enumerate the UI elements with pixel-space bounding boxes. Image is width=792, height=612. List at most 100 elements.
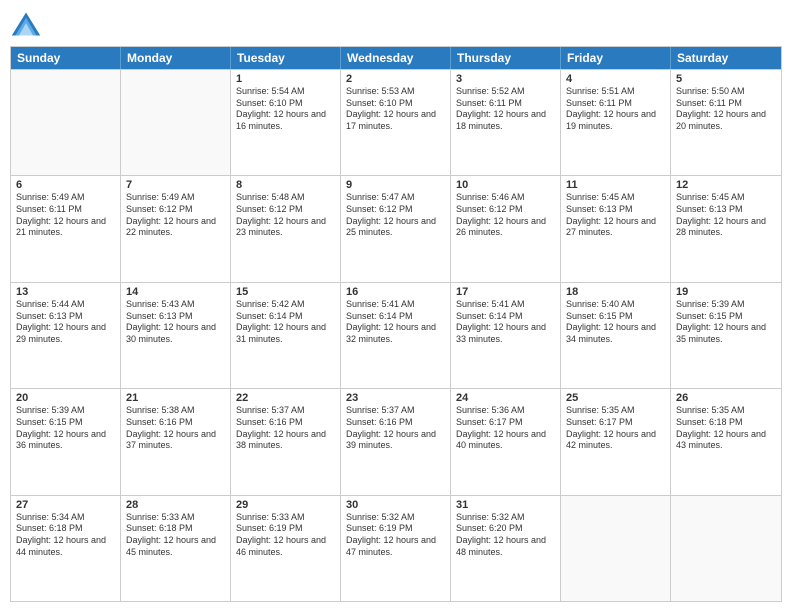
col-header-monday: Monday <box>121 47 231 69</box>
cal-cell: 11Sunrise: 5:45 AMSunset: 6:13 PMDayligh… <box>561 176 671 281</box>
day-number: 14 <box>126 286 225 298</box>
cal-cell: 2Sunrise: 5:53 AMSunset: 6:10 PMDaylight… <box>341 70 451 175</box>
day-info: Sunrise: 5:34 AMSunset: 6:18 PMDaylight:… <box>16 512 115 559</box>
day-number: 1 <box>236 73 335 85</box>
calendar-header-row: SundayMondayTuesdayWednesdayThursdayFrid… <box>11 47 781 69</box>
cal-cell: 14Sunrise: 5:43 AMSunset: 6:13 PMDayligh… <box>121 283 231 388</box>
day-number: 11 <box>566 179 665 191</box>
day-number: 2 <box>346 73 445 85</box>
day-number: 30 <box>346 499 445 511</box>
cal-cell: 8Sunrise: 5:48 AMSunset: 6:12 PMDaylight… <box>231 176 341 281</box>
day-number: 16 <box>346 286 445 298</box>
col-header-friday: Friday <box>561 47 671 69</box>
day-number: 8 <box>236 179 335 191</box>
day-info: Sunrise: 5:41 AMSunset: 6:14 PMDaylight:… <box>346 299 445 346</box>
day-number: 13 <box>16 286 115 298</box>
day-info: Sunrise: 5:52 AMSunset: 6:11 PMDaylight:… <box>456 86 555 133</box>
cal-cell: 17Sunrise: 5:41 AMSunset: 6:14 PMDayligh… <box>451 283 561 388</box>
day-info: Sunrise: 5:33 AMSunset: 6:18 PMDaylight:… <box>126 512 225 559</box>
cal-cell: 1Sunrise: 5:54 AMSunset: 6:10 PMDaylight… <box>231 70 341 175</box>
day-info: Sunrise: 5:42 AMSunset: 6:14 PMDaylight:… <box>236 299 335 346</box>
day-number: 19 <box>676 286 776 298</box>
day-info: Sunrise: 5:49 AMSunset: 6:12 PMDaylight:… <box>126 192 225 239</box>
day-number: 28 <box>126 499 225 511</box>
day-number: 24 <box>456 392 555 404</box>
day-number: 7 <box>126 179 225 191</box>
col-header-thursday: Thursday <box>451 47 561 69</box>
day-number: 26 <box>676 392 776 404</box>
cal-cell: 4Sunrise: 5:51 AMSunset: 6:11 PMDaylight… <box>561 70 671 175</box>
cal-cell: 23Sunrise: 5:37 AMSunset: 6:16 PMDayligh… <box>341 389 451 494</box>
day-number: 12 <box>676 179 776 191</box>
cal-cell: 18Sunrise: 5:40 AMSunset: 6:15 PMDayligh… <box>561 283 671 388</box>
calendar: SundayMondayTuesdayWednesdayThursdayFrid… <box>10 46 782 602</box>
cal-cell: 16Sunrise: 5:41 AMSunset: 6:14 PMDayligh… <box>341 283 451 388</box>
day-info: Sunrise: 5:39 AMSunset: 6:15 PMDaylight:… <box>16 405 115 452</box>
cal-cell: 24Sunrise: 5:36 AMSunset: 6:17 PMDayligh… <box>451 389 561 494</box>
day-number: 23 <box>346 392 445 404</box>
cal-cell: 7Sunrise: 5:49 AMSunset: 6:12 PMDaylight… <box>121 176 231 281</box>
cal-cell: 9Sunrise: 5:47 AMSunset: 6:12 PMDaylight… <box>341 176 451 281</box>
day-info: Sunrise: 5:41 AMSunset: 6:14 PMDaylight:… <box>456 299 555 346</box>
cal-cell: 31Sunrise: 5:32 AMSunset: 6:20 PMDayligh… <box>451 496 561 601</box>
day-info: Sunrise: 5:48 AMSunset: 6:12 PMDaylight:… <box>236 192 335 239</box>
col-header-sunday: Sunday <box>11 47 121 69</box>
week-row-2: 13Sunrise: 5:44 AMSunset: 6:13 PMDayligh… <box>11 282 781 388</box>
header <box>10 10 782 38</box>
cal-cell: 12Sunrise: 5:45 AMSunset: 6:13 PMDayligh… <box>671 176 781 281</box>
logo <box>10 10 46 38</box>
page: SundayMondayTuesdayWednesdayThursdayFrid… <box>0 0 792 612</box>
cal-cell <box>121 70 231 175</box>
week-row-0: 1Sunrise: 5:54 AMSunset: 6:10 PMDaylight… <box>11 69 781 175</box>
day-number: 3 <box>456 73 555 85</box>
calendar-body: 1Sunrise: 5:54 AMSunset: 6:10 PMDaylight… <box>11 69 781 601</box>
cal-cell: 3Sunrise: 5:52 AMSunset: 6:11 PMDaylight… <box>451 70 561 175</box>
day-info: Sunrise: 5:32 AMSunset: 6:20 PMDaylight:… <box>456 512 555 559</box>
cal-cell: 22Sunrise: 5:37 AMSunset: 6:16 PMDayligh… <box>231 389 341 494</box>
day-info: Sunrise: 5:45 AMSunset: 6:13 PMDaylight:… <box>676 192 776 239</box>
day-info: Sunrise: 5:39 AMSunset: 6:15 PMDaylight:… <box>676 299 776 346</box>
col-header-tuesday: Tuesday <box>231 47 341 69</box>
day-number: 6 <box>16 179 115 191</box>
cal-cell: 6Sunrise: 5:49 AMSunset: 6:11 PMDaylight… <box>11 176 121 281</box>
day-number: 18 <box>566 286 665 298</box>
cal-cell: 15Sunrise: 5:42 AMSunset: 6:14 PMDayligh… <box>231 283 341 388</box>
week-row-4: 27Sunrise: 5:34 AMSunset: 6:18 PMDayligh… <box>11 495 781 601</box>
day-number: 29 <box>236 499 335 511</box>
cal-cell: 13Sunrise: 5:44 AMSunset: 6:13 PMDayligh… <box>11 283 121 388</box>
cal-cell: 19Sunrise: 5:39 AMSunset: 6:15 PMDayligh… <box>671 283 781 388</box>
day-info: Sunrise: 5:33 AMSunset: 6:19 PMDaylight:… <box>236 512 335 559</box>
col-header-wednesday: Wednesday <box>341 47 451 69</box>
cal-cell: 21Sunrise: 5:38 AMSunset: 6:16 PMDayligh… <box>121 389 231 494</box>
week-row-1: 6Sunrise: 5:49 AMSunset: 6:11 PMDaylight… <box>11 175 781 281</box>
cal-cell: 20Sunrise: 5:39 AMSunset: 6:15 PMDayligh… <box>11 389 121 494</box>
day-number: 27 <box>16 499 115 511</box>
day-info: Sunrise: 5:36 AMSunset: 6:17 PMDaylight:… <box>456 405 555 452</box>
day-info: Sunrise: 5:53 AMSunset: 6:10 PMDaylight:… <box>346 86 445 133</box>
cal-cell: 29Sunrise: 5:33 AMSunset: 6:19 PMDayligh… <box>231 496 341 601</box>
cal-cell: 25Sunrise: 5:35 AMSunset: 6:17 PMDayligh… <box>561 389 671 494</box>
cal-cell: 26Sunrise: 5:35 AMSunset: 6:18 PMDayligh… <box>671 389 781 494</box>
cal-cell: 30Sunrise: 5:32 AMSunset: 6:19 PMDayligh… <box>341 496 451 601</box>
day-info: Sunrise: 5:44 AMSunset: 6:13 PMDaylight:… <box>16 299 115 346</box>
day-info: Sunrise: 5:32 AMSunset: 6:19 PMDaylight:… <box>346 512 445 559</box>
cal-cell: 27Sunrise: 5:34 AMSunset: 6:18 PMDayligh… <box>11 496 121 601</box>
day-number: 31 <box>456 499 555 511</box>
day-info: Sunrise: 5:47 AMSunset: 6:12 PMDaylight:… <box>346 192 445 239</box>
day-info: Sunrise: 5:40 AMSunset: 6:15 PMDaylight:… <box>566 299 665 346</box>
day-number: 20 <box>16 392 115 404</box>
day-info: Sunrise: 5:46 AMSunset: 6:12 PMDaylight:… <box>456 192 555 239</box>
cal-cell <box>11 70 121 175</box>
day-number: 4 <box>566 73 665 85</box>
cal-cell <box>561 496 671 601</box>
day-number: 10 <box>456 179 555 191</box>
week-row-3: 20Sunrise: 5:39 AMSunset: 6:15 PMDayligh… <box>11 388 781 494</box>
day-number: 17 <box>456 286 555 298</box>
day-info: Sunrise: 5:35 AMSunset: 6:18 PMDaylight:… <box>676 405 776 452</box>
day-info: Sunrise: 5:37 AMSunset: 6:16 PMDaylight:… <box>236 405 335 452</box>
cal-cell <box>671 496 781 601</box>
day-info: Sunrise: 5:43 AMSunset: 6:13 PMDaylight:… <box>126 299 225 346</box>
day-info: Sunrise: 5:35 AMSunset: 6:17 PMDaylight:… <box>566 405 665 452</box>
day-number: 25 <box>566 392 665 404</box>
day-number: 22 <box>236 392 335 404</box>
